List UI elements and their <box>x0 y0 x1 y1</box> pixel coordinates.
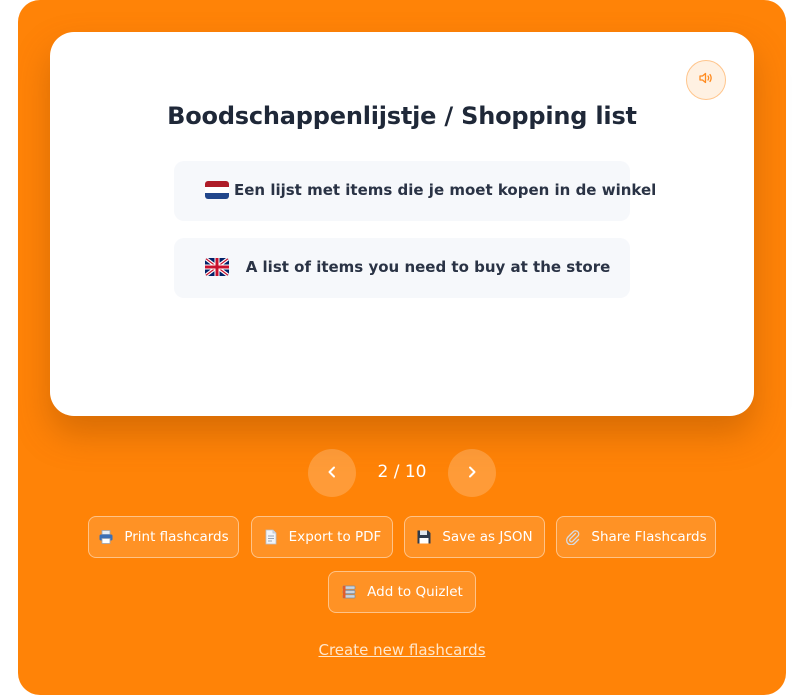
audio-button[interactable] <box>686 60 726 100</box>
export-pdf-label: Export to PDF <box>288 529 382 545</box>
chevron-right-icon <box>465 464 479 483</box>
flashcard[interactable]: Boodschappenlijstje / Shopping list Een … <box>50 32 754 416</box>
save-json-button[interactable]: Save as JSON <box>404 516 545 558</box>
share-flashcards-label: Share Flashcards <box>591 529 707 545</box>
export-pdf-button[interactable]: Export to PDF <box>251 516 393 558</box>
dutch-translation-text: Een lijst met items die je moet kopen in… <box>234 181 657 199</box>
add-to-quizlet-label: Add to Quizlet <box>367 584 463 600</box>
share-flashcards-button[interactable]: Share Flashcards <box>556 516 716 558</box>
add-to-quizlet-button[interactable]: Add to Quizlet <box>328 571 476 613</box>
translation-row-dutch: Een lijst met items die je moet kopen in… <box>174 161 657 221</box>
uk-flag-icon <box>205 258 229 276</box>
floppy-disk-icon <box>416 529 432 545</box>
print-flashcards-button[interactable]: Print flashcards <box>88 516 239 558</box>
document-icon <box>263 529 279 545</box>
chevron-left-icon <box>325 464 339 483</box>
printer-icon <box>98 529 114 545</box>
stack-icon <box>341 584 357 600</box>
card-counter: 2 / 10 <box>377 462 427 482</box>
print-flashcards-label: Print flashcards <box>124 529 229 545</box>
previous-card-button[interactable] <box>308 449 356 497</box>
save-json-label: Save as JSON <box>442 529 533 545</box>
paperclip-icon <box>565 529 581 545</box>
speaker-icon <box>698 70 714 90</box>
netherlands-flag-icon <box>205 181 229 199</box>
translation-row-english: A list of items you need to buy at the s… <box>174 238 630 298</box>
english-translation-text: A list of items you need to buy at the s… <box>245 258 611 276</box>
next-card-button[interactable] <box>448 449 496 497</box>
create-new-flashcards-link[interactable]: Create new flashcards <box>0 641 804 659</box>
card-title: Boodschappenlijstje / Shopping list <box>167 102 637 130</box>
